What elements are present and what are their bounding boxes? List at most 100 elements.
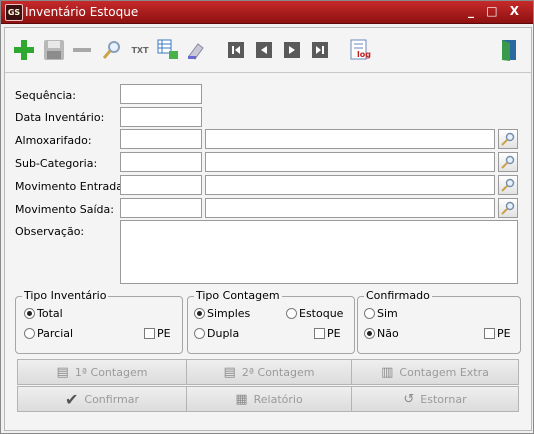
movimento-saida-lookup-button[interactable]: [498, 198, 518, 218]
radio-dupla[interactable]: Dupla: [194, 327, 239, 340]
documents-icon: ▥: [381, 364, 394, 380]
search-icon: [501, 201, 515, 215]
checkbox-pe-label: PE: [327, 327, 341, 340]
radio-indicator: [24, 328, 35, 339]
clear-icon[interactable]: [183, 37, 209, 63]
inventario-window: GS Inventário Estoque _ □ X TXT log Sequ…: [0, 0, 534, 434]
checkbox-pe-contagem[interactable]: PE: [314, 327, 341, 340]
tipo-contagem-legend: Tipo Contagem: [194, 289, 282, 302]
movimento-saida-label: Movimento Saída:: [15, 203, 114, 216]
radio-parcial-label: Parcial: [37, 327, 74, 340]
report-icon: ▦: [235, 391, 248, 407]
checkbox-pe-label: PE: [157, 327, 171, 340]
almoxarifado-label: Almoxarifado:: [15, 134, 92, 147]
undo-icon: ↺: [403, 391, 415, 407]
movimento-saida-description-input[interactable]: [205, 198, 495, 218]
observacao-textarea[interactable]: [120, 220, 518, 284]
checkbox-pe-label: PE: [497, 327, 511, 340]
radio-dupla-label: Dupla: [207, 327, 240, 340]
checkbox-box: [484, 328, 495, 339]
segunda-contagem-button[interactable]: ▤ 2ª Contagem: [186, 359, 352, 385]
observacao-label: Observação:: [15, 225, 85, 238]
movimento-entrada-description-input[interactable]: [205, 175, 495, 195]
tipo-inventario-legend: Tipo Inventário: [22, 289, 109, 302]
last-record-icon[interactable]: [307, 37, 333, 63]
exit-door-icon[interactable]: [495, 37, 521, 63]
radio-nao-label: Não: [377, 327, 399, 340]
log-label: log: [357, 50, 371, 59]
radio-estoque-label: Estoque: [299, 307, 344, 320]
search-icon: [501, 178, 515, 192]
document-icon: ▤: [223, 364, 236, 380]
almoxarifado-code-input[interactable]: [120, 129, 202, 149]
txt-export-icon[interactable]: TXT: [127, 37, 153, 63]
radio-indicator: [286, 308, 297, 319]
radio-nao[interactable]: Não: [364, 327, 399, 340]
radio-indicator: [24, 308, 35, 319]
radio-indicator: [364, 308, 375, 319]
radio-parcial[interactable]: Parcial: [24, 327, 73, 340]
confirmado-legend: Confirmado: [364, 289, 432, 302]
window-title: Inventário Estoque: [25, 5, 139, 19]
checkbox-pe-confirmado[interactable]: PE: [484, 327, 511, 340]
almoxarifado-description-input[interactable]: [205, 129, 495, 149]
confirmar-button[interactable]: ✔ Confirmar: [17, 386, 187, 412]
tipo-contagem-group: Tipo Contagem Simples Estoque Dupla PE: [187, 289, 355, 354]
search-icon: [501, 132, 515, 146]
form-client-area: TXT log Sequência: Data Inventário: Almo…: [4, 27, 532, 431]
primeira-contagem-label: 1ª Contagem: [74, 365, 148, 379]
previous-record-icon[interactable]: [251, 37, 277, 63]
checkmark-icon: ✔: [64, 389, 79, 409]
window-controls[interactable]: _ □ X: [468, 4, 523, 18]
estornar-button[interactable]: ↺ Estornar: [351, 386, 519, 412]
save-icon[interactable]: [41, 37, 67, 63]
primeira-contagem-button[interactable]: ▤ 1ª Contagem: [17, 359, 187, 385]
search-icon: [501, 155, 515, 169]
next-record-icon[interactable]: [279, 37, 305, 63]
sub-categoria-label: Sub-Categoria:: [15, 157, 98, 170]
radio-estoque[interactable]: Estoque: [286, 307, 343, 320]
data-inventario-label: Data Inventário:: [15, 111, 105, 124]
remove-icon[interactable]: [69, 37, 95, 63]
movimento-entrada-label: Movimento Entrada:: [15, 180, 127, 193]
almoxarifado-lookup-button[interactable]: [498, 129, 518, 149]
title-bar: GS Inventário Estoque _ □ X: [1, 1, 533, 24]
segunda-contagem-label: 2ª Contagem: [241, 365, 315, 379]
confirmar-label: Confirmar: [84, 392, 140, 406]
radio-indicator: [194, 328, 205, 339]
radio-indicator: [364, 328, 375, 339]
app-logo-icon: GS: [5, 4, 23, 21]
export-grid-icon[interactable]: [155, 37, 181, 63]
relatorio-label: Relatório: [253, 392, 303, 406]
radio-sim[interactable]: Sim: [364, 307, 398, 320]
checkbox-pe-inventario[interactable]: PE: [144, 327, 171, 340]
sub-categoria-description-input[interactable]: [205, 152, 495, 172]
radio-simples[interactable]: Simples: [194, 307, 250, 320]
sequencia-input[interactable]: [120, 84, 202, 104]
radio-total-label: Total: [37, 307, 63, 320]
contagem-extra-button[interactable]: ▥ Contagem Extra: [351, 359, 519, 385]
add-icon[interactable]: [11, 37, 37, 63]
estornar-label: Estornar: [420, 392, 467, 406]
toolbar: TXT log: [5, 28, 531, 73]
checkbox-box: [314, 328, 325, 339]
movimento-saida-code-input[interactable]: [120, 198, 202, 218]
relatorio-button[interactable]: ▦ Relatório: [186, 386, 352, 412]
sub-categoria-code-input[interactable]: [120, 152, 202, 172]
sub-categoria-lookup-button[interactable]: [498, 152, 518, 172]
search-icon[interactable]: [99, 37, 125, 63]
tipo-inventario-group: Tipo Inventário Total Parcial PE: [15, 289, 183, 354]
first-record-icon[interactable]: [223, 37, 249, 63]
confirmado-group: Confirmado Sim Não PE: [357, 289, 521, 354]
log-icon[interactable]: log: [347, 37, 373, 63]
radio-total[interactable]: Total: [24, 307, 63, 320]
movimento-entrada-code-input[interactable]: [120, 175, 202, 195]
document-icon: ▤: [56, 364, 69, 380]
movimento-entrada-lookup-button[interactable]: [498, 175, 518, 195]
radio-indicator: [194, 308, 205, 319]
radio-sim-label: Sim: [377, 307, 398, 320]
contagem-extra-label: Contagem Extra: [399, 365, 489, 379]
radio-simples-label: Simples: [207, 307, 251, 320]
data-inventario-input[interactable]: [120, 107, 202, 127]
sequencia-label: Sequência:: [15, 89, 76, 102]
